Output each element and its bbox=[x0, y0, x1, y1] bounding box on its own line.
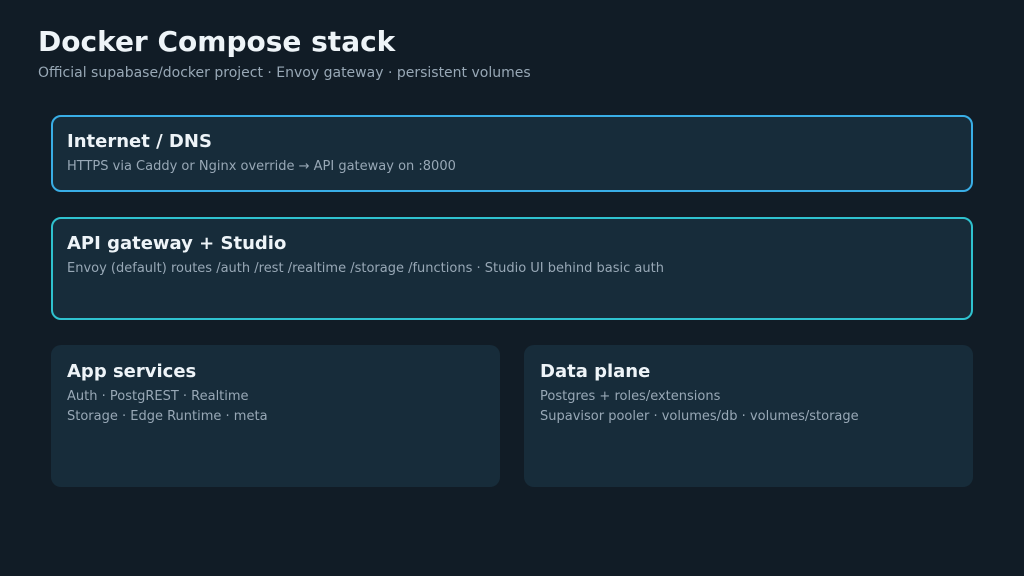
data-plane-line-1: Postgres + roles/extensions bbox=[540, 389, 721, 404]
internet-dns-title: Internet / DNS bbox=[67, 131, 212, 152]
app-services-title: App services bbox=[67, 361, 197, 382]
data-plane-line-2: Supavisor pooler · volumes/db · volumes/… bbox=[540, 409, 859, 424]
api-gateway-studio-title: API gateway + Studio bbox=[67, 233, 287, 254]
data-plane-title: Data plane bbox=[540, 361, 651, 382]
app-services-line-2: Storage · Edge Runtime · meta bbox=[67, 409, 268, 424]
app-services-line-1: Auth · PostgREST · Realtime bbox=[67, 389, 249, 404]
app-services-box: App services Auth · PostgREST · Realtime… bbox=[51, 345, 500, 487]
api-gateway-studio-description: Envoy (default) routes /auth /rest /real… bbox=[67, 261, 664, 276]
internet-dns-box: Internet / DNS HTTPS via Caddy or Nginx … bbox=[51, 115, 973, 192]
api-gateway-studio-box: API gateway + Studio Envoy (default) rou… bbox=[51, 217, 973, 320]
internet-dns-description: HTTPS via Caddy or Nginx override → API … bbox=[67, 159, 456, 174]
page-subtitle: Official supabase/docker project · Envoy… bbox=[38, 65, 531, 81]
data-plane-box: Data plane Postgres + roles/extensions S… bbox=[524, 345, 973, 487]
page-title: Docker Compose stack bbox=[38, 25, 396, 58]
